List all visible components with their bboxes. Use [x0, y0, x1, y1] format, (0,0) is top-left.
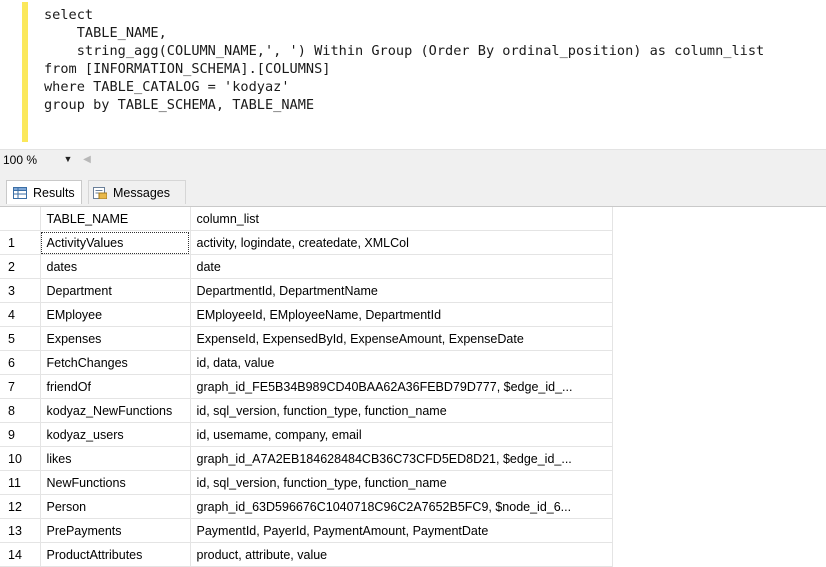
header-row: TABLE_NAME column_list [0, 207, 613, 231]
table-cell[interactable]: kodyaz_NewFunctions [40, 398, 191, 423]
row-number[interactable]: 12 [0, 494, 41, 519]
table-cell[interactable]: id, sql_version, function_type, function… [190, 398, 613, 423]
table-cell[interactable]: likes [40, 446, 191, 471]
table-row[interactable]: 8 kodyaz_NewFunctions id, sql_version, fun… [0, 398, 613, 423]
table-row[interactable]: 5 Expenses ExpenseId, ExpensedById, Expens… [0, 326, 613, 351]
row-number-header[interactable] [0, 207, 41, 231]
table-row[interactable]: 1 ActivityValues activity, logindate, crea… [0, 230, 613, 255]
tab-messages[interactable]: Messages [88, 180, 186, 204]
table-cell[interactable]: id, usemame, company, email [190, 422, 613, 447]
row-number[interactable]: 8 [0, 398, 41, 423]
table-row[interactable]: 13 PrePayments PaymentId, PayerId, Payment… [0, 518, 613, 543]
table-cell[interactable]: date [190, 254, 613, 279]
table-cell[interactable]: FetchChanges [40, 350, 191, 375]
table-row[interactable]: 4 EMployee EMployeeId, EMployeeName, Depar… [0, 302, 613, 327]
code-line: select [44, 7, 94, 23]
tab-results-label: Results [33, 185, 75, 200]
row-number[interactable]: 14 [0, 542, 41, 567]
table-cell[interactable]: DepartmentId, DepartmentName [190, 278, 613, 303]
table-cell[interactable]: product, attribute, value [190, 542, 613, 567]
messages-icon [93, 186, 107, 199]
row-number[interactable]: 7 [0, 374, 41, 399]
row-number[interactable]: 10 [0, 446, 41, 471]
table-cell[interactable]: Person [40, 494, 191, 519]
table-row[interactable]: 12 Person graph_id_63D596676C1040718C96C2A… [0, 494, 613, 519]
table-cell[interactable]: graph_id_FE5B34B989CD40BAA62A36FEBD79D77… [190, 374, 613, 399]
grid-icon [13, 186, 27, 199]
table-cell[interactable]: graph_id_63D596676C1040718C96C2A7652B5FC… [190, 494, 613, 519]
table-row[interactable]: 2 dates date [0, 254, 613, 279]
change-indicator-bar [22, 2, 28, 142]
scroll-left-icon[interactable]: ◀ [80, 152, 94, 166]
table-row[interactable]: 6 FetchChanges id, data, value [0, 350, 613, 375]
code-line: TABLE_NAME, [44, 25, 167, 41]
table-cell[interactable]: EMployeeId, EMployeeName, DepartmentId [190, 302, 613, 327]
table-cell[interactable]: PrePayments [40, 518, 191, 543]
code-line: from [INFORMATION_SCHEMA].[COLUMNS] [44, 61, 331, 77]
zoom-level[interactable]: 100 % [3, 153, 37, 167]
table-row[interactable]: 14 ProductAttributes product, attribute, v… [0, 542, 613, 567]
table-row[interactable]: 7 friendOf graph_id_FE5B34B989CD40BAA62A36… [0, 374, 613, 399]
row-number[interactable]: 2 [0, 254, 41, 279]
code-line: group by TABLE_SCHEMA, TABLE_NAME [44, 97, 315, 113]
table-cell[interactable]: NewFunctions [40, 470, 191, 495]
row-number[interactable]: 1 [0, 230, 41, 255]
table-cell[interactable]: PaymentId, PayerId, PaymentAmount, Payme… [190, 518, 613, 543]
results-grid[interactable]: TABLE_NAME column_list 1 ActivityValues ac… [0, 206, 826, 567]
results-table: TABLE_NAME column_list 1 ActivityValues ac… [0, 207, 613, 567]
table-row[interactable]: 11 NewFunctions id, sql_version, function_… [0, 470, 613, 495]
sql-code[interactable]: select TABLE_NAME, string_agg(COLUMN_NAM… [44, 6, 764, 114]
zoom-bar: 100 % ▼ ◀ [0, 149, 826, 170]
chevron-down-icon[interactable]: ▼ [60, 151, 76, 167]
row-number[interactable]: 13 [0, 518, 41, 543]
query-editor[interactable]: select TABLE_NAME, string_agg(COLUMN_NAM… [0, 0, 826, 148]
table-cell[interactable]: EMployee [40, 302, 191, 327]
table-cell[interactable]: graph_id_A7A2EB184628484CB36C73CFD5ED8D2… [190, 446, 613, 471]
table-row[interactable]: 10 likes graph_id_A7A2EB184628484CB36C73CF… [0, 446, 613, 471]
row-number[interactable]: 3 [0, 278, 41, 303]
table-cell[interactable]: id, sql_version, function_type, function… [190, 470, 613, 495]
row-number[interactable]: 11 [0, 470, 41, 495]
editor-margin [0, 0, 22, 148]
row-number[interactable]: 4 [0, 302, 41, 327]
table-cell[interactable]: friendOf [40, 374, 191, 399]
row-number[interactable]: 6 [0, 350, 41, 375]
table-cell[interactable]: ProductAttributes [40, 542, 191, 567]
code-line: string_agg(COLUMN_NAME,', ') Within Grou… [44, 43, 765, 59]
table-cell[interactable]: ExpenseId, ExpensedById, ExpenseAmount, … [190, 326, 613, 351]
table-cell[interactable]: Department [40, 278, 191, 303]
table-cell[interactable]: dates [40, 254, 191, 279]
tab-messages-label: Messages [113, 185, 170, 200]
results-tab-bar: Results Messages [0, 170, 826, 206]
column-header[interactable]: TABLE_NAME [40, 207, 191, 231]
table-row[interactable]: 9 kodyaz_users id, usemame, company, email [0, 422, 613, 447]
column-header[interactable]: column_list [190, 207, 613, 231]
table-cell[interactable]: activity, logindate, createdate, XMLCol [190, 230, 613, 255]
table-row[interactable]: 3 Department DepartmentId, DepartmentName [0, 278, 613, 303]
code-line: where TABLE_CATALOG = 'kodyaz' [44, 79, 290, 95]
table-cell[interactable]: id, data, value [190, 350, 613, 375]
table-cell[interactable]: Expenses [40, 326, 191, 351]
table-cell[interactable]: kodyaz_users [40, 422, 191, 447]
table-cell[interactable]: ActivityValues [40, 230, 191, 255]
row-number[interactable]: 9 [0, 422, 41, 447]
row-number[interactable]: 5 [0, 326, 41, 351]
tab-results[interactable]: Results [6, 180, 82, 204]
